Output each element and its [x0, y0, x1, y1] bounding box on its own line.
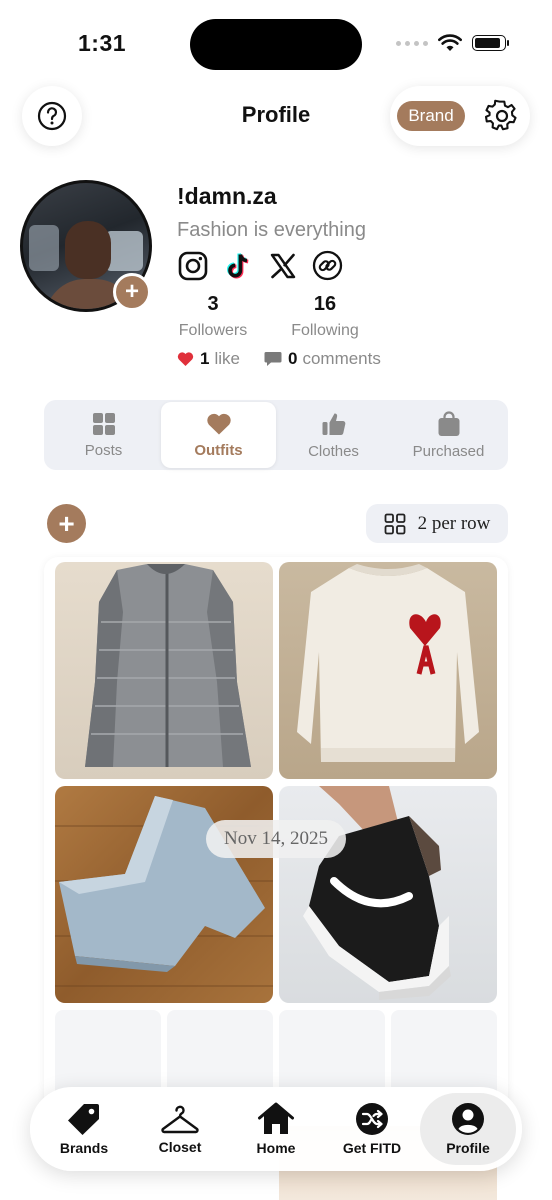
outfit-item-sneakers[interactable]	[279, 786, 497, 1003]
nav-get-fitd[interactable]: Get FITD	[324, 1093, 420, 1165]
per-row-label: 2 per row	[417, 512, 491, 534]
tab-posts[interactable]: Posts	[46, 402, 161, 468]
nav-closet-label: Closet	[158, 1139, 202, 1155]
followers-count: 3	[207, 293, 219, 315]
nav-brands-label: Brands	[59, 1140, 109, 1156]
add-outfit-button[interactable]: +	[47, 504, 86, 543]
nav-get-fitd-label: Get FITD	[342, 1140, 402, 1156]
settings-button[interactable]	[484, 98, 520, 134]
nav-profile-label: Profile	[446, 1140, 490, 1156]
status-time: 1:31	[78, 30, 127, 56]
add-photo-button[interactable]: +	[113, 273, 151, 311]
tab-purchased[interactable]: Purchased	[391, 402, 506, 468]
nav-brands[interactable]: Brands	[36, 1093, 132, 1165]
heart-icon	[206, 413, 231, 434]
profile-tabs: Posts Outfits Clothes Purchased	[44, 400, 508, 470]
nav-home[interactable]: Home	[228, 1093, 324, 1165]
nav-closet[interactable]: Closet	[132, 1093, 228, 1165]
outfit-date: Nov 14, 2025	[206, 820, 346, 858]
tab-outfits[interactable]: Outfits	[161, 402, 276, 468]
comments-count: 0	[287, 349, 298, 368]
battery-icon	[472, 35, 509, 51]
engagement-row: 1 like 0 comments	[177, 349, 381, 369]
bio: Fashion is everything	[177, 219, 366, 241]
heart-icon	[177, 352, 194, 366]
following-count: 16	[313, 293, 337, 315]
tab-clothes[interactable]: Clothes	[276, 402, 391, 468]
shuffle-icon	[356, 1103, 388, 1135]
username: !damn.za	[177, 183, 277, 209]
wifi-icon	[438, 34, 462, 51]
home-icon	[258, 1102, 294, 1134]
tag-icon	[68, 1104, 99, 1135]
outfit-item-jeans[interactable]	[55, 786, 273, 1003]
following-label: Following	[291, 322, 359, 339]
x-icon[interactable]	[267, 250, 298, 281]
outfit-item-white-sweater[interactable]	[279, 562, 497, 779]
tab-clothes-label: Clothes	[308, 442, 359, 460]
followers-stat[interactable]: 3 Followers	[177, 293, 249, 340]
instagram-icon[interactable]	[177, 250, 208, 281]
dynamic-island	[190, 19, 362, 70]
followers-label: Followers	[178, 322, 248, 339]
outfit-item-puffer-vest[interactable]	[55, 562, 273, 779]
comment-icon	[264, 352, 282, 366]
tab-outfits-label: Outfits	[194, 441, 243, 459]
per-row-toggle[interactable]: 2 per row	[366, 504, 508, 543]
comments-label: comments	[302, 349, 381, 368]
link-icon[interactable]	[312, 250, 343, 281]
likes-count: 1	[200, 349, 210, 368]
person-icon	[452, 1103, 484, 1135]
grid-icon	[92, 412, 115, 435]
tab-purchased-label: Purchased	[412, 442, 485, 460]
nav-home-label: Home	[256, 1140, 296, 1156]
tiktok-icon[interactable]	[222, 250, 253, 281]
nav-profile[interactable]: Profile	[420, 1093, 516, 1165]
hanger-icon	[161, 1105, 199, 1134]
social-links	[177, 250, 343, 281]
grid-layout-icon	[384, 513, 405, 534]
tab-posts-label: Posts	[84, 441, 123, 459]
bag-icon	[438, 410, 459, 436]
status-icons	[396, 34, 509, 52]
likes-label: like	[214, 349, 240, 368]
gear-icon	[485, 99, 517, 131]
bottom-nav: Brands Closet Home Get FITD Profile	[30, 1087, 522, 1171]
brand-badge[interactable]: Brand	[397, 101, 465, 131]
thumbs-up-icon	[322, 412, 345, 435]
cellular-signal-icon	[396, 40, 428, 46]
following-stat[interactable]: 16 Following	[288, 293, 362, 340]
